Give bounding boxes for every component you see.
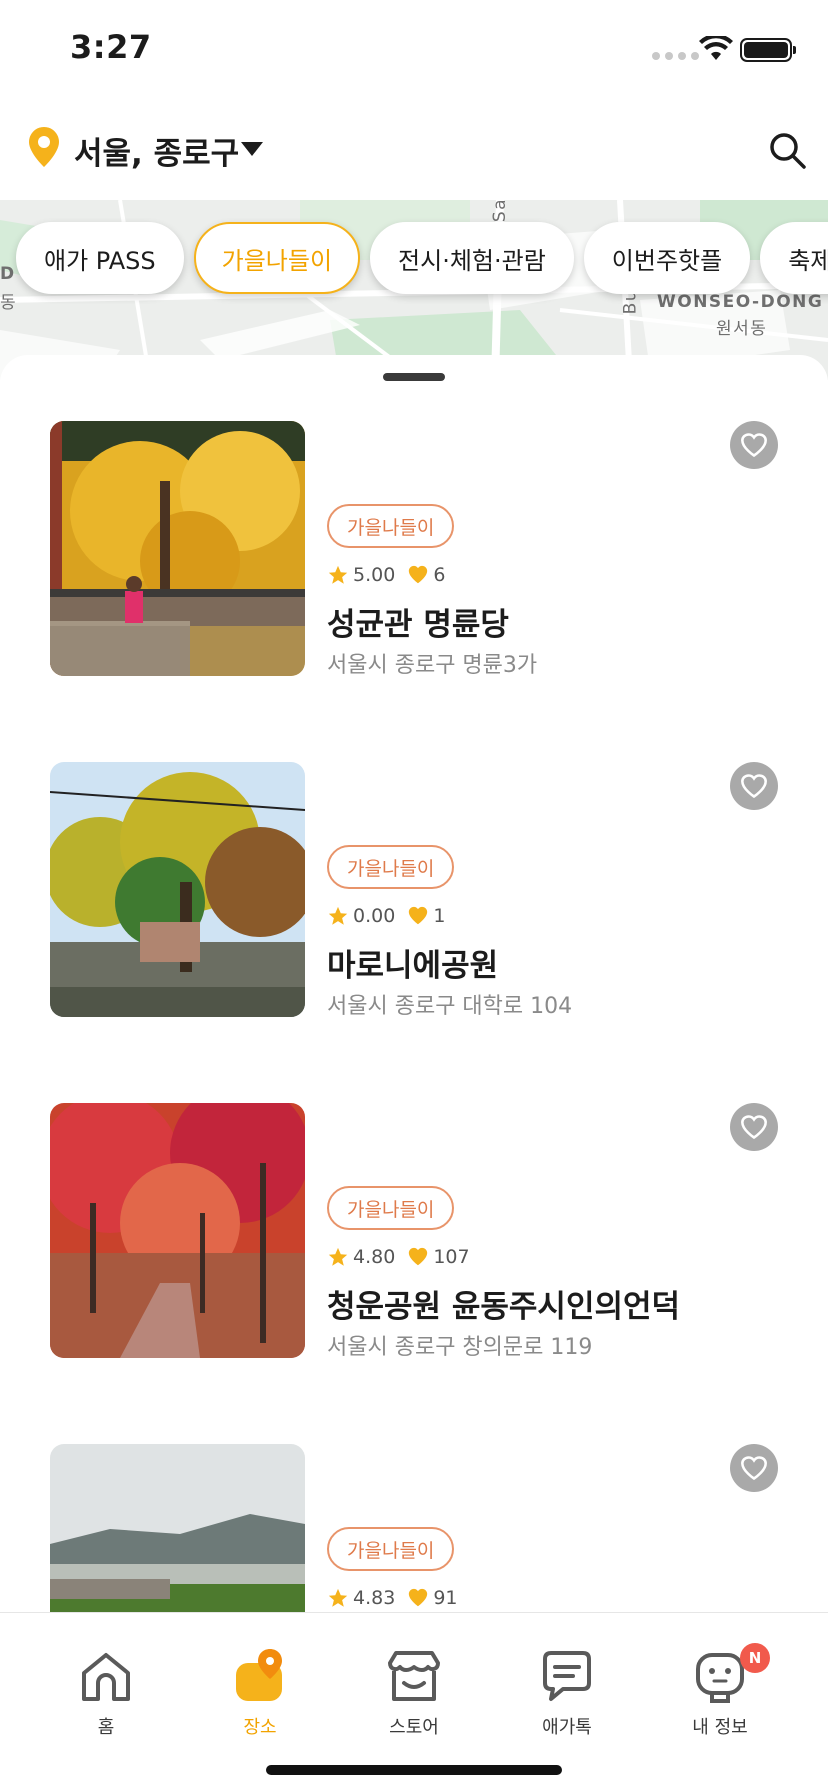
map-label-left: D <box>0 264 16 284</box>
tab-profile[interactable]: N 내 정보 <box>660 1613 780 1738</box>
favorite-button[interactable] <box>730 1444 778 1492</box>
map-view[interactable]: WONSEO-DONG 원서동 D 동 Buk Sa 애가 PASS 가을나들이… <box>0 200 828 380</box>
header: 서울, 종로구 <box>0 110 828 190</box>
rating-value: 5.00 <box>353 564 396 586</box>
place-card[interactable]: 가을나들이 5.00 6 성균관 명륜당 서울시 종로구 명륜3가 <box>50 421 778 678</box>
favorite-button[interactable] <box>730 762 778 810</box>
tab-chat-label: 애가톡 <box>542 1717 592 1738</box>
category-tag: 가을나들이 <box>327 504 455 548</box>
place-name: 마로니에공원 <box>327 948 499 984</box>
tab-chat[interactable]: 애가톡 <box>507 1613 627 1738</box>
place-thumbnail <box>50 421 305 676</box>
chip-aega-pass[interactable]: 애가 PASS <box>16 222 184 294</box>
place-address: 서울시 종로구 명륜3가 <box>327 653 538 678</box>
location-selector[interactable]: 서울, 종로구 <box>74 128 239 173</box>
like-count: 91 <box>433 1587 458 1609</box>
tab-store[interactable]: 스토어 <box>354 1613 474 1738</box>
rating-value: 4.83 <box>353 1587 396 1609</box>
chip-hot-places[interactable]: 이번주핫플 <box>583 222 751 294</box>
category-tag: 가을나들이 <box>327 1527 455 1571</box>
chip-festival[interactable]: 축제& <box>760 222 828 294</box>
like-count: 1 <box>433 905 446 927</box>
place-stats: 4.83 91 <box>327 1584 458 1612</box>
chevron-down-icon[interactable] <box>241 142 263 156</box>
heart-outline-icon <box>741 774 767 799</box>
sheet-drag-handle[interactable] <box>383 373 445 381</box>
heart-icon <box>409 906 428 925</box>
favorite-button[interactable] <box>730 421 778 469</box>
map-label-left-ko: 동 <box>0 293 18 313</box>
status-bar: 3:27 <box>0 0 828 100</box>
heart-outline-icon <box>741 1115 767 1140</box>
places-sheet[interactable]: 가을나들이 5.00 6 성균관 명륜당 서울시 종로구 명륜3가 가을나들이 … <box>0 355 828 1615</box>
place-stats: 4.80 107 <box>327 1243 470 1271</box>
heart-icon <box>409 565 428 584</box>
rating-value: 4.80 <box>353 1246 396 1268</box>
tab-profile-label: 내 정보 <box>692 1717 748 1738</box>
category-tag: 가을나들이 <box>327 1186 455 1230</box>
heart-outline-icon <box>741 1456 767 1481</box>
place-thumbnail <box>50 1444 305 1615</box>
like-count: 6 <box>433 564 446 586</box>
tab-place[interactable]: 장소 <box>200 1613 320 1738</box>
cellular-signal-icon <box>652 52 699 60</box>
place-stats: 5.00 6 <box>327 561 445 589</box>
tab-home[interactable]: 홈 <box>46 1613 166 1738</box>
favorite-button[interactable] <box>730 1103 778 1151</box>
place-name: 청운공원 윤동주시인의언덕 <box>327 1289 681 1325</box>
home-indicator[interactable] <box>266 1765 562 1775</box>
chip-exhibition[interactable]: 전시·체험·관람 <box>370 222 574 294</box>
star-icon <box>328 1247 348 1266</box>
map-label-wonseo-ko: 원서동 <box>716 319 768 339</box>
heart-outline-icon <box>741 433 767 458</box>
place-thumbnail <box>50 762 305 1017</box>
search-icon[interactable] <box>765 128 809 172</box>
place-card[interactable]: 가을나들이 0.00 1 마로니에공원 서울시 종로구 대학로 104 <box>50 762 778 1019</box>
notification-badge: N <box>740 1643 770 1673</box>
wifi-icon <box>699 36 733 60</box>
place-icon <box>236 1649 282 1701</box>
category-tag: 가을나들이 <box>327 845 455 889</box>
store-icon <box>388 1651 440 1701</box>
chip-autumn-outing[interactable]: 가을나들이 <box>193 222 361 294</box>
place-stats: 0.00 1 <box>327 902 445 930</box>
tab-place-label: 장소 <box>243 1717 277 1738</box>
place-name: 성균관 명륜당 <box>327 607 509 643</box>
star-icon <box>328 906 348 925</box>
star-icon <box>328 565 348 584</box>
place-address: 서울시 종로구 대학로 104 <box>327 994 573 1019</box>
category-chips: 애가 PASS 가을나들이 전시·체험·관람 이번주핫플 축제& <box>16 222 828 294</box>
chat-icon <box>543 1651 591 1701</box>
battery-icon <box>740 38 796 62</box>
place-card[interactable]: 가을나들이 4.83 91 <box>50 1444 778 1615</box>
like-count: 107 <box>433 1246 470 1268</box>
place-card[interactable]: 가을나들이 4.80 107 청운공원 윤동주시인의언덕 서울시 종로구 창의문… <box>50 1103 778 1360</box>
map-label-sa: Sa <box>490 200 511 223</box>
heart-icon <box>409 1247 428 1266</box>
location-pin-icon <box>29 127 59 167</box>
rating-value: 0.00 <box>353 905 396 927</box>
map-label-wonseo-en: WONSEO-DONG <box>657 292 824 312</box>
tab-home-label: 홈 <box>97 1717 115 1738</box>
place-address: 서울시 종로구 창의문로 119 <box>327 1335 593 1360</box>
tab-store-label: 스토어 <box>389 1717 439 1738</box>
heart-icon <box>409 1588 428 1607</box>
status-time: 3:27 <box>70 28 152 66</box>
home-icon <box>82 1653 130 1701</box>
star-icon <box>328 1588 348 1607</box>
place-thumbnail <box>50 1103 305 1358</box>
